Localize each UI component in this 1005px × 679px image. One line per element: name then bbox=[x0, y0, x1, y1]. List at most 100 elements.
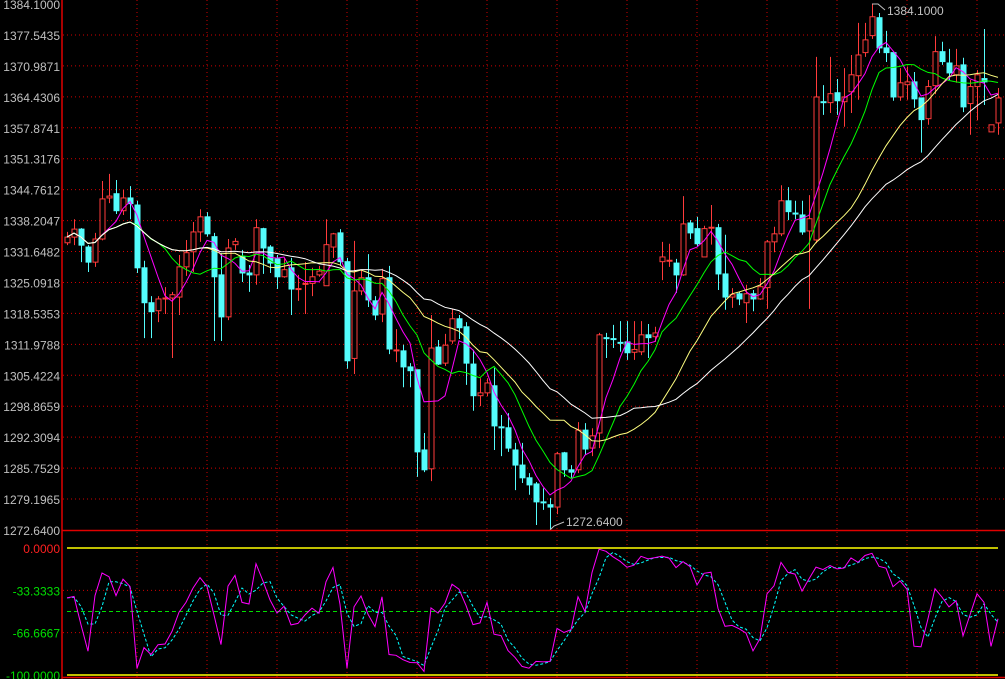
candle-down[interactable] bbox=[540, 488, 547, 510]
candle-up[interactable] bbox=[925, 79, 932, 125]
candle-up[interactable] bbox=[554, 451, 561, 515]
candle-up[interactable] bbox=[813, 56, 820, 244]
candle-up[interactable] bbox=[232, 238, 239, 250]
candle-up[interactable] bbox=[484, 378, 491, 397]
candle-down[interactable] bbox=[645, 323, 652, 358]
candle-down[interactable] bbox=[85, 245, 92, 273]
candle-down[interactable] bbox=[617, 321, 624, 352]
candle-up[interactable] bbox=[953, 48, 960, 83]
candle-body bbox=[967, 86, 974, 105]
candle-up[interactable] bbox=[666, 243, 673, 267]
candle-down[interactable] bbox=[911, 71, 918, 108]
candle-down[interactable] bbox=[505, 413, 512, 452]
stock-chart[interactable]: 1384.1000 1377.5435 1370.9871 1364.4306 1357… bbox=[0, 0, 1005, 679]
candle-down[interactable] bbox=[939, 41, 946, 65]
candle-up[interactable] bbox=[323, 219, 330, 287]
candle-down[interactable] bbox=[113, 180, 120, 215]
candle-down[interactable] bbox=[526, 473, 533, 495]
candle-down[interactable] bbox=[603, 332, 610, 358]
candle-down[interactable] bbox=[134, 200, 141, 273]
candle-down[interactable] bbox=[260, 227, 267, 274]
candle-down[interactable] bbox=[624, 321, 631, 360]
candle-up[interactable] bbox=[638, 321, 645, 356]
candle-up[interactable] bbox=[855, 22, 862, 100]
candle-down[interactable] bbox=[78, 228, 85, 263]
candle-down[interactable] bbox=[750, 289, 757, 312]
candle-up[interactable] bbox=[99, 180, 106, 241]
candle-up[interactable] bbox=[477, 378, 484, 407]
candle-up[interactable] bbox=[862, 22, 869, 57]
candle-up[interactable] bbox=[92, 232, 99, 267]
candle-down[interactable] bbox=[820, 85, 827, 115]
candle-down[interactable] bbox=[960, 57, 967, 113]
candle-down[interactable] bbox=[785, 187, 792, 221]
candle-down[interactable] bbox=[456, 314, 463, 340]
candle-down[interactable] bbox=[792, 200, 799, 220]
candle-down[interactable] bbox=[736, 291, 743, 306]
candle-up[interactable] bbox=[869, 4, 876, 39]
candle-up[interactable] bbox=[64, 231, 71, 246]
candle-down[interactable] bbox=[470, 349, 477, 411]
candle-down[interactable] bbox=[981, 29, 988, 105]
candle-up[interactable] bbox=[442, 333, 449, 366]
candle-down[interactable] bbox=[512, 442, 519, 491]
candle-up[interactable] bbox=[155, 296, 162, 323]
candle-down[interactable] bbox=[204, 212, 211, 237]
candle-up[interactable] bbox=[393, 329, 400, 363]
candle-down[interactable] bbox=[421, 432, 428, 473]
candle-down[interactable] bbox=[337, 229, 344, 266]
candle-up[interactable] bbox=[330, 232, 337, 258]
candle-body bbox=[288, 267, 295, 290]
candle-down[interactable] bbox=[687, 220, 694, 240]
candle-up[interactable] bbox=[197, 209, 204, 242]
candle-up[interactable] bbox=[897, 68, 904, 101]
candle-up[interactable] bbox=[904, 66, 911, 100]
candle-up[interactable] bbox=[351, 240, 358, 374]
candle-down[interactable] bbox=[463, 322, 470, 385]
candle-down[interactable] bbox=[582, 423, 589, 456]
candle-up[interactable] bbox=[71, 219, 78, 246]
candle-down[interactable] bbox=[533, 482, 540, 525]
candle-up[interactable] bbox=[988, 124, 995, 133]
candle-down[interactable] bbox=[239, 249, 246, 282]
candle-up[interactable] bbox=[708, 205, 715, 245]
candle-down[interactable] bbox=[218, 253, 225, 341]
candle-up[interactable] bbox=[169, 291, 176, 358]
candle-body bbox=[757, 286, 764, 300]
candle-body bbox=[533, 483, 540, 503]
candle-down[interactable] bbox=[694, 216, 701, 247]
candle-up[interactable] bbox=[771, 226, 778, 253]
oscillator-tick-label: 0.0000 bbox=[23, 542, 60, 556]
candle-down[interactable] bbox=[435, 340, 442, 366]
candle-up[interactable] bbox=[729, 288, 736, 308]
candle-down[interactable] bbox=[274, 255, 281, 290]
candle-down[interactable] bbox=[834, 79, 841, 115]
candle-up[interactable] bbox=[974, 70, 981, 121]
candle-body bbox=[428, 347, 435, 470]
candle-up[interactable] bbox=[106, 173, 113, 204]
candle-body bbox=[890, 52, 897, 98]
candle-down[interactable] bbox=[883, 30, 890, 63]
candle-up[interactable] bbox=[778, 185, 785, 237]
candle-up[interactable] bbox=[358, 270, 365, 296]
candle-down[interactable] bbox=[890, 52, 897, 101]
candle-down[interactable] bbox=[400, 344, 407, 388]
candle-up[interactable] bbox=[659, 241, 666, 281]
candle-body bbox=[169, 294, 176, 299]
candle-down[interactable] bbox=[148, 296, 155, 339]
candle-up[interactable] bbox=[449, 309, 456, 344]
candle-up[interactable] bbox=[967, 79, 974, 135]
candle-up[interactable] bbox=[757, 278, 764, 300]
candle-up[interactable] bbox=[428, 314, 435, 482]
candle-up[interactable] bbox=[848, 54, 855, 114]
candle-down[interactable] bbox=[407, 363, 414, 388]
candle-up[interactable] bbox=[316, 265, 323, 277]
candle-up[interactable] bbox=[631, 321, 638, 360]
candle-down[interactable] bbox=[498, 415, 505, 457]
candle-down[interactable] bbox=[547, 498, 554, 530]
candle-up[interactable] bbox=[827, 56, 834, 114]
candle-down[interactable] bbox=[141, 260, 148, 339]
candle-down[interactable] bbox=[491, 367, 498, 450]
candle-up[interactable] bbox=[932, 36, 939, 95]
candle-down[interactable] bbox=[673, 258, 680, 293]
